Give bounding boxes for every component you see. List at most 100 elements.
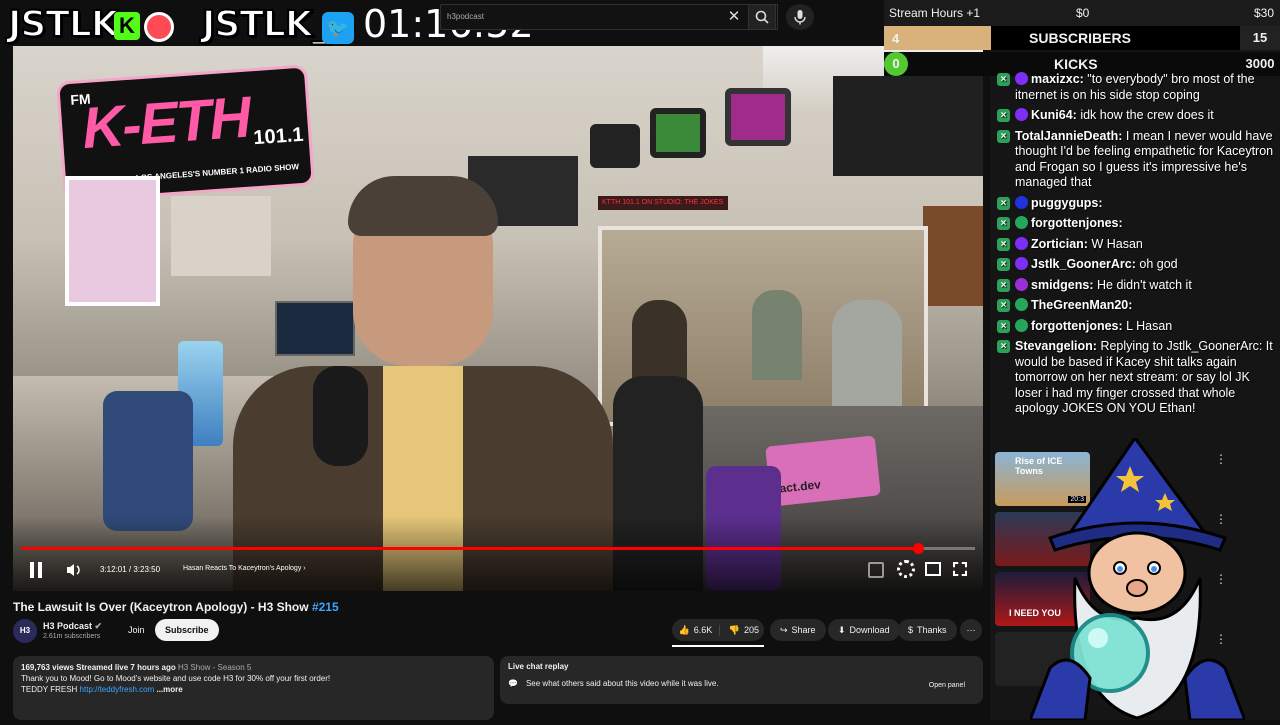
jstlk-logo-kick: JSTLK [7, 3, 120, 46]
sign-frequency: 101.1 [252, 123, 305, 150]
description-stats: 169,763 views Streamed live 7 hours ago … [21, 662, 486, 673]
crt-monitor [725, 88, 791, 146]
view-stats: 169,763 views Streamed live 7 hours ago [21, 663, 176, 672]
chat-message: × Zortician: W Hasan [995, 236, 1280, 253]
wall-poster [65, 176, 160, 306]
kick-badge-icon: × [997, 319, 1010, 333]
kick-badge-icon: × [997, 129, 1010, 143]
settings-gear-icon[interactable] [897, 560, 915, 578]
description-box[interactable]: 169,763 views Streamed live 7 hours ago … [13, 656, 494, 720]
subtitles-icon[interactable] [868, 562, 884, 578]
kick-badge-icon: × [997, 278, 1010, 292]
chat-text: idk how the crew does it [1080, 108, 1214, 122]
chat-username[interactable]: puggygups: [1031, 196, 1103, 210]
chat-username[interactable]: TotalJannieDeath: [1015, 129, 1122, 143]
user-badge-icon [1015, 236, 1028, 250]
description-line: Thank you to Mood! Go to Mood's website … [21, 674, 331, 683]
jstlk-logo-twitter: JSTLK_ [201, 3, 331, 46]
chat-message: × puggygups: [995, 195, 1280, 212]
chat-username[interactable]: forgottenjones: [1031, 216, 1123, 230]
series-label: H3 Show - Season 5 [177, 663, 252, 672]
more-actions-icon[interactable]: ⋯ [960, 619, 982, 641]
chat-text: He didn't watch it [1097, 277, 1192, 292]
wall-tv [833, 76, 983, 176]
search-value: h3podcast [447, 12, 484, 21]
chapter-title[interactable]: Hasan Reacts To Kaceytron's Apology › [183, 565, 306, 572]
chat-username[interactable]: Jstlk_GoonerArc: [1031, 257, 1136, 271]
search-icon[interactable] [748, 4, 776, 30]
fullscreen-icon[interactable] [953, 562, 967, 576]
subscribe-button[interactable]: Subscribe [155, 619, 219, 641]
channel-avatar[interactable]: H3 [13, 619, 37, 643]
user-badge-icon [1015, 108, 1028, 121]
chat-message: × forgottenjones: L Hasan [995, 318, 1280, 335]
video-title: The Lawsuit Is Over (Kaceytron Apology) … [13, 600, 339, 614]
chat-bubble-icon: 💬 [508, 679, 518, 688]
pause-icon[interactable] [29, 562, 43, 578]
time-display: 3:12:01 / 3:23:50 [100, 565, 161, 574]
show-more-link[interactable]: ...more [156, 685, 182, 694]
goal-min: $0 [1076, 6, 1090, 20]
like-button[interactable]: 👍 6.6K [672, 624, 720, 636]
like-count: 6.6K [693, 625, 713, 635]
join-button[interactable]: Join [118, 619, 155, 641]
chat-username[interactable]: forgottenjones: [1031, 319, 1123, 333]
channel-name[interactable]: H3 Podcast ✔ [43, 621, 102, 632]
user-badge-icon [1015, 277, 1028, 291]
chat-text: L Hasan [1126, 318, 1173, 333]
stream-hours-row: Stream Hours +1 $0 $30 [884, 0, 1280, 26]
thumbs-down-icon: 👎 [728, 624, 741, 635]
progress-scrubber[interactable] [913, 543, 924, 554]
video-player[interactable]: FM K-ETH 101.1 LOS ANGELES'S NUMBER 1 RA… [13, 46, 983, 591]
host-hair [348, 176, 498, 236]
pink-box: act.dev [765, 435, 881, 507]
sticker-text: act.dev [778, 477, 822, 496]
like-underline [672, 645, 764, 647]
kick-icon: K [114, 12, 140, 40]
miniplayer-icon[interactable] [925, 562, 941, 576]
crt-monitor [590, 124, 640, 168]
office-chair [103, 391, 193, 531]
kick-badge-icon: × [997, 299, 1010, 312]
share-button[interactable]: ↪ Share [770, 619, 826, 641]
open-panel-button[interactable]: Open panel [918, 676, 975, 694]
volume-icon[interactable] [65, 561, 83, 579]
description-line: TEDDY FRESH http://teddyfresh.com ...mor… [21, 684, 486, 695]
chat-message: × Kuni64: idk how the crew does it [995, 108, 1280, 124]
download-icon: ⬇ [838, 624, 846, 635]
chat-message: × maxizxc: "to everybody" bro most of the… [995, 72, 1280, 103]
subscriber-count: 2.61m subscribers [43, 633, 101, 640]
chat-message: × Jstlk_GoonerArc: oh god [995, 257, 1280, 273]
chat-username[interactable]: smidgens: [1031, 278, 1094, 292]
chat-username[interactable]: Zortician: [1031, 237, 1088, 251]
video-title-text: The Lawsuit Is Over (Kaceytron Apology) … [13, 600, 309, 614]
microphone [313, 366, 368, 466]
verified-icon: ✔ [94, 621, 103, 631]
clear-search-icon[interactable]: ✕ [724, 6, 744, 26]
chat-username[interactable]: TheGreenMan20: [1031, 298, 1132, 312]
chat-username[interactable]: Stevangelion: [1015, 339, 1097, 353]
progress-played [21, 547, 918, 550]
chat-list: × maxizxc: "to everybody" bro most of the… [995, 72, 1280, 417]
subscribers-row: 4 SUBSCRIBERS 15 [884, 26, 1280, 50]
user-badge-icon [1015, 257, 1028, 270]
description-link[interactable]: http://teddyfresh.com [80, 685, 155, 694]
kick-badge-icon: × [997, 109, 1010, 122]
kick-badge-icon: × [997, 258, 1010, 271]
hashtag-link[interactable]: #215 [312, 600, 339, 614]
dislike-count: 205 [744, 625, 760, 635]
download-label: Download [849, 625, 890, 635]
stream-goal-overlay: Stream Hours +1 $0 $30 4 SUBSCRIBERS 15 … [884, 0, 1280, 78]
chat-message: × TotalJannieDeath: I mean I never would … [995, 129, 1280, 191]
microphone-icon[interactable] [786, 4, 814, 30]
dislike-button[interactable]: 👎 205 [724, 625, 764, 636]
thanks-button[interactable]: $ Thanks [898, 619, 957, 641]
chat-username[interactable]: Kuni64: [1031, 108, 1077, 122]
kick-badge-icon: × [997, 217, 1010, 230]
chat-message: × TheGreenMan20: [995, 298, 1280, 314]
download-button[interactable]: ⬇ Download [828, 619, 900, 641]
kick-badge-icon: × [997, 340, 1010, 353]
live-chat-header: Live chat replay [508, 662, 569, 671]
on-air-sign: KTTH 101.1 ON STUDIO: THE JOKES [598, 196, 728, 210]
chat-username[interactable]: maxizxc: [1031, 72, 1084, 86]
